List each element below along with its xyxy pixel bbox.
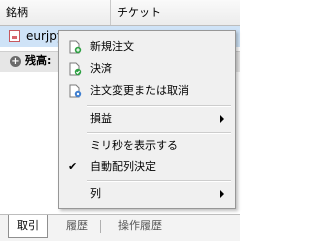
tab-trade[interactable]: 取引 [8, 215, 48, 238]
menu-item-label: 決済 [90, 62, 112, 75]
menu-item-label: 新規注文 [90, 40, 134, 53]
new-document-icon [69, 40, 82, 54]
sell-order-icon [9, 30, 20, 42]
menu-item-show-milliseconds[interactable]: ミリ秒を表示する [60, 135, 234, 156]
menu-separator [87, 132, 231, 134]
expand-plus-icon[interactable]: + [10, 56, 21, 67]
submenu-arrow-icon [220, 115, 224, 123]
menu-item-columns[interactable]: 列 [60, 183, 234, 204]
submenu-arrow-icon [220, 190, 224, 198]
menu-item-label: 損益 [90, 112, 112, 125]
tab-divider [100, 220, 101, 233]
menu-item-label: ミリ秒を表示する [90, 139, 178, 152]
grid-header: 銘柄 チケット [0, 0, 240, 26]
balance-label: 残高: [25, 54, 52, 67]
tab-history[interactable]: 履歴 [58, 215, 96, 237]
menu-item-label: 列 [90, 187, 101, 200]
tab-operation-history[interactable]: 操作履歴 [104, 215, 176, 237]
menu-separator [87, 180, 231, 182]
menu-item-auto-arrange[interactable]: ✔ 自動配列決定 [60, 156, 234, 177]
menu-item-new-order[interactable]: 新規注文 [60, 36, 234, 57]
menu-item-modify-or-cancel[interactable]: 注文変更または取消 [60, 80, 234, 101]
context-menu: 新規注文 決済 注文変更または取消 損益 ミリ秒を表示する ✔ 自動配列決定 列 [58, 30, 236, 209]
menu-item-close-position[interactable]: 決済 [60, 58, 234, 79]
column-header-symbol[interactable]: 銘柄 [0, 0, 111, 25]
menu-separator [87, 105, 231, 107]
tab-bar: 取引 履歴 操作履歴 [0, 214, 240, 241]
checkmark-icon: ✔ [68, 160, 78, 173]
menu-item-label: 注文変更または取消 [90, 84, 189, 97]
column-header-ticket[interactable]: チケット [111, 0, 237, 25]
gear-document-icon [69, 84, 82, 98]
menu-item-profit[interactable]: 損益 [60, 108, 234, 129]
menu-item-label: 自動配列決定 [90, 160, 156, 173]
green-check-icon [69, 62, 82, 76]
